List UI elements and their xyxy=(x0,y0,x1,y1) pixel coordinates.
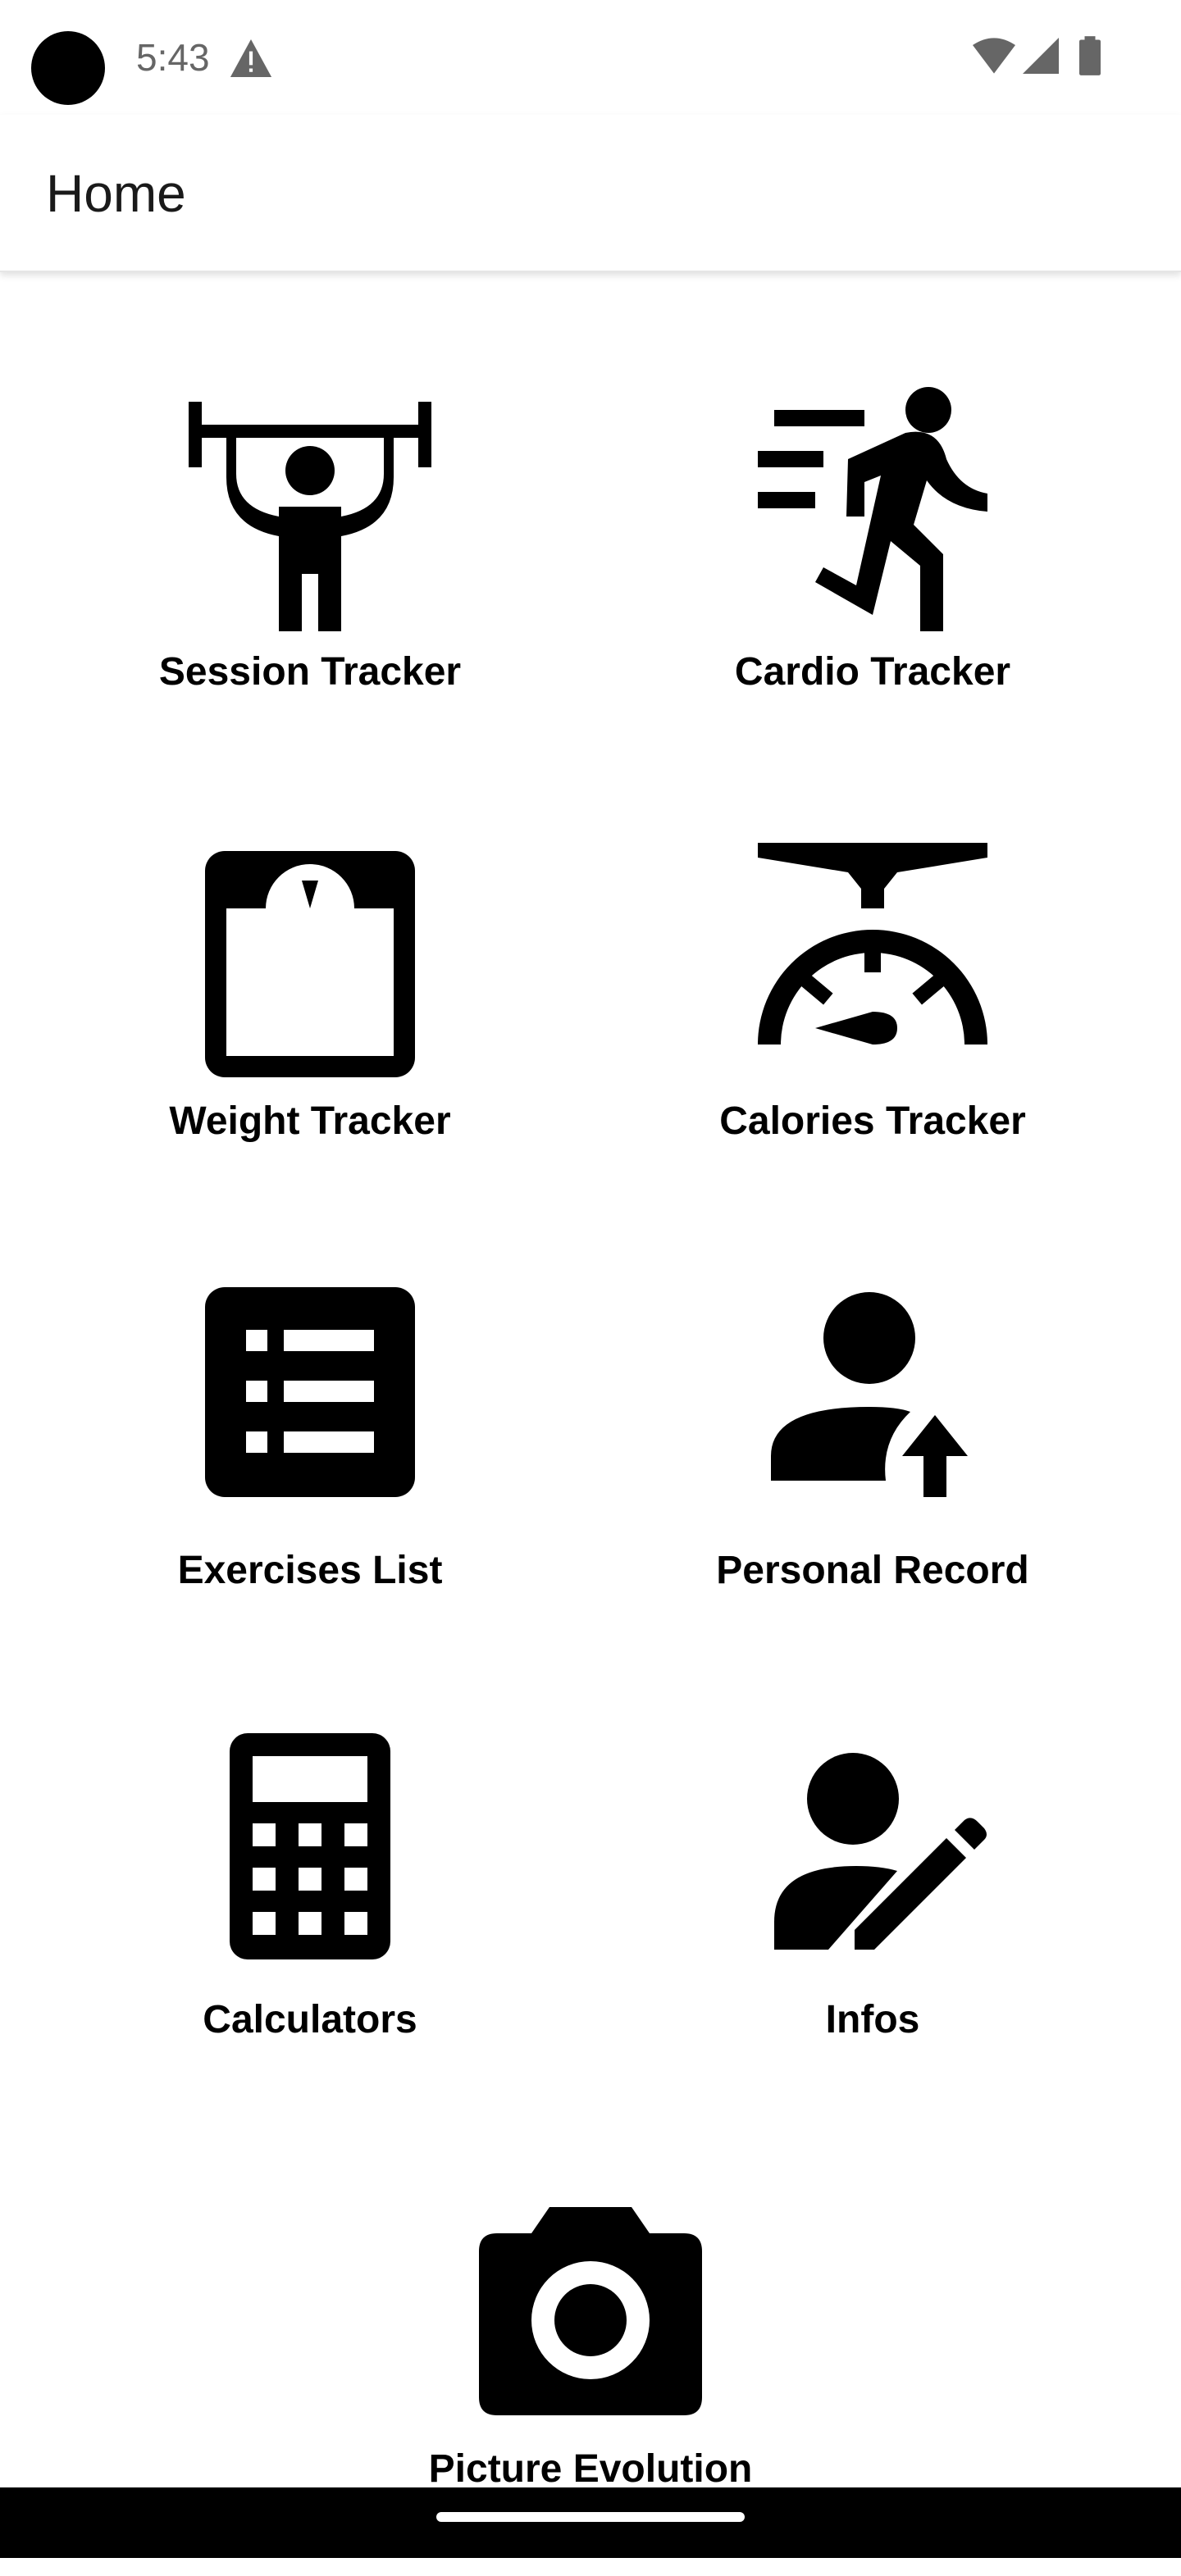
status-bar: 5:43 xyxy=(0,0,1181,115)
infos-button[interactable]: Infos xyxy=(643,1733,1102,2127)
status-time: 5:43 xyxy=(136,36,210,79)
camera-cutout xyxy=(31,31,105,105)
calculators-button[interactable]: Calculators xyxy=(80,1733,540,2127)
cardio-tracker-button[interactable]: Cardio Tracker xyxy=(643,385,1102,779)
person-edit-icon xyxy=(774,1753,987,1950)
food-scale-icon xyxy=(758,843,987,1045)
tile-label: Calculators xyxy=(203,1998,417,2041)
signal-icon xyxy=(1023,38,1059,74)
camera-icon xyxy=(479,2207,702,2415)
exercises-list-button[interactable]: Exercises List xyxy=(80,1284,540,1677)
weightlifter-icon xyxy=(189,402,431,631)
tile-label: Session Tracker xyxy=(158,650,462,694)
weight-tracker-button[interactable]: Weight Tracker xyxy=(80,835,540,1228)
wifi-icon xyxy=(973,38,1015,74)
navigation-bar xyxy=(0,2487,1181,2558)
app-bar: Home xyxy=(0,115,1181,272)
list-icon xyxy=(205,1287,415,1497)
tile-label: Infos xyxy=(825,1998,920,2041)
session-tracker-button[interactable]: Session Tracker xyxy=(80,385,540,779)
page-title: Home xyxy=(46,164,186,223)
tile-label: Cardio Tracker xyxy=(734,650,1011,694)
tile-label: Exercises List xyxy=(177,1549,443,1592)
calories-tracker-button[interactable]: Calories Tracker xyxy=(643,835,1102,1228)
battery-icon xyxy=(1079,36,1101,75)
calculator-icon xyxy=(230,1733,390,1959)
tile-label: Personal Record xyxy=(716,1549,1029,1592)
running-icon xyxy=(758,387,987,631)
home-gesture-handle[interactable] xyxy=(436,2512,745,2522)
tile-label: Calories Tracker xyxy=(719,1099,1026,1143)
person-arrow-up-icon xyxy=(771,1292,968,1497)
warning-icon xyxy=(230,39,272,77)
tile-label: Picture Evolution xyxy=(428,2447,753,2491)
personal-record-button[interactable]: Personal Record xyxy=(643,1284,1102,1677)
scale-icon xyxy=(205,851,415,1077)
tile-label: Weight Tracker xyxy=(169,1099,451,1143)
